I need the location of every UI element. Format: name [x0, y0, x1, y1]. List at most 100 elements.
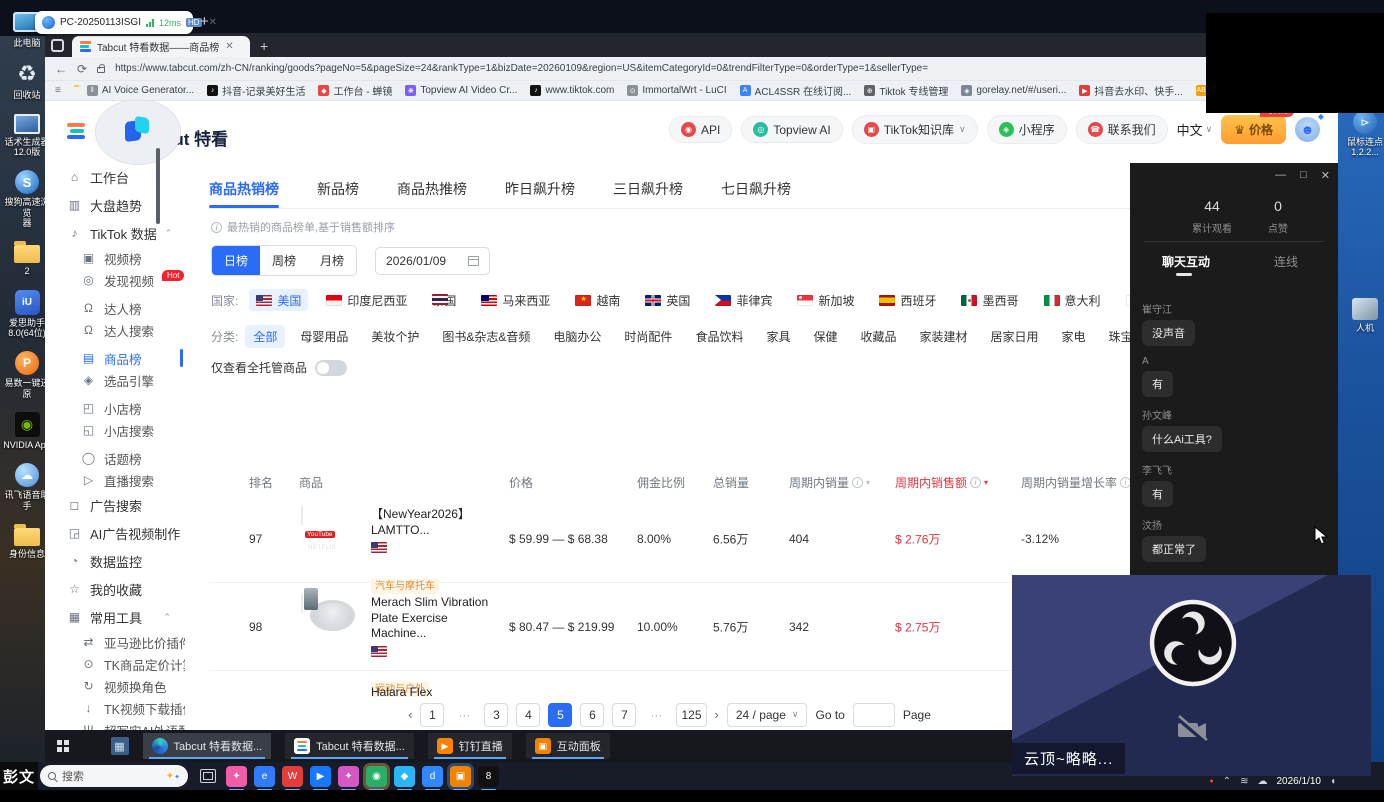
country-filter[interactable]: 英国	[638, 289, 697, 311]
sidebar-item[interactable]: ♪ TikTok 数据 ⌃	[45, 219, 185, 247]
sidebar-item[interactable]: ▥ 大盘趋势	[45, 191, 185, 219]
page-button[interactable]: ···	[644, 703, 668, 727]
bookmark-item[interactable]: ♪ www.tiktok.com	[530, 85, 614, 96]
sidebar-item[interactable]: ⇄ 亚马逊比价插件	[45, 631, 185, 653]
sidebar-item[interactable]: ↻ 视频换角色	[45, 675, 185, 697]
sidebar-item[interactable]: ◎ 发现视频 Hot	[45, 269, 185, 291]
sidebar-item[interactable]: Ω 达人搜索	[45, 319, 185, 341]
sidebar-item[interactable]: ▣ 视频榜	[45, 247, 185, 269]
managed-only-toggle[interactable]	[315, 360, 347, 376]
category-filter[interactable]: 全部	[245, 325, 285, 348]
header-nav-button[interactable]: ◉ API ∨	[669, 116, 732, 143]
category-filter[interactable]: 家电	[1054, 325, 1094, 348]
page-size-select[interactable]: 24 / page ∨	[727, 703, 808, 727]
product-image[interactable]	[301, 595, 303, 613]
refresh-icon[interactable]: ⟳	[77, 62, 87, 76]
task-view-icon[interactable]	[200, 769, 216, 783]
tray-icon-cloud[interactable]: ☁	[1257, 776, 1267, 787]
period-tab[interactable]: 周榜	[260, 246, 308, 275]
ranking-tab[interactable]: 商品热推榜	[397, 173, 467, 208]
start-button[interactable]	[57, 740, 69, 752]
page-button[interactable]: 1	[420, 703, 444, 727]
category-filter[interactable]: 图书&杂志&音频	[434, 325, 538, 348]
product-title[interactable]: 【NewYear2026】 LAMTTO... 汽车与摩托车	[371, 507, 505, 594]
taskbar-app-icon[interactable]: ◆	[394, 766, 415, 787]
des[interactable]: ⊳ 鼠标连点 1.2.2...	[1340, 110, 1384, 158]
close-icon[interactable]: ✕	[1321, 169, 1330, 182]
country-filter[interactable]: 意大利	[1037, 289, 1108, 311]
table-column-header[interactable]: 价格 i ▾	[509, 474, 533, 491]
table-column-header[interactable]: 总销量 i ▾	[713, 474, 749, 491]
new-tab-button[interactable]: +	[260, 38, 268, 54]
price-button[interactable]: ♛ 价格 可白嫖	[1221, 115, 1286, 144]
goto-page-input[interactable]	[853, 703, 895, 727]
country-filter[interactable]: 马来西亚	[474, 289, 557, 311]
taskbar-app-button[interactable]: ▣ 互动面板	[526, 733, 610, 759]
table-row[interactable]: 98 Merach Slim Vibration Plate Exercise …	[209, 583, 1130, 671]
bookmark-item[interactable]: ▶ 抖音去水印、快手...	[1079, 83, 1182, 98]
category-filter[interactable]: 母婴用品	[292, 325, 356, 348]
country-filter[interactable]: 西班牙	[872, 289, 943, 311]
sidebar-scrollbar[interactable]	[156, 148, 160, 224]
ranking-tab[interactable]: 七日飙升榜	[721, 173, 791, 208]
sidebar-item[interactable]: ▤ 商品榜	[45, 347, 185, 369]
bookmark-item[interactable]: A ACL4SSR 在线订阅...	[740, 83, 852, 98]
category-filter[interactable]: 食品饮料	[687, 325, 751, 348]
table-column-header[interactable]: 周期内销量 i ▾	[789, 474, 870, 491]
category-filter[interactable]: 电脑办公	[545, 325, 609, 348]
sidebar-item[interactable]: ◈ 选品引擎	[45, 369, 185, 391]
taskbar-app-icon[interactable]: e	[254, 766, 275, 787]
page-button[interactable]: 3	[484, 703, 508, 727]
page-button[interactable]: 7	[612, 703, 636, 727]
bookmark-item[interactable]: ◈ gorelay.net/#/useri...	[961, 85, 1066, 96]
tray-icon-notifications[interactable]: ◖	[1330, 776, 1336, 787]
country-filter[interactable]: 泰国	[425, 289, 463, 311]
category-filter[interactable]: 收藏品	[852, 325, 904, 348]
taskbar-app-icon[interactable]: ▶	[310, 766, 331, 787]
maximize-icon[interactable]: □	[1300, 169, 1307, 182]
reading-list-icon[interactable]: ≡	[55, 85, 61, 96]
language-selector[interactable]: 中文∨	[1177, 120, 1213, 139]
avatar[interactable]: ☻	[1295, 117, 1320, 142]
sidebar-item[interactable]: ◔ 数据监控	[45, 547, 185, 575]
browser-tab[interactable]: Tabcut 特看数据——商品榜 ✕	[72, 36, 250, 57]
close-session-icon[interactable]: ✕	[209, 17, 217, 28]
taskbar-app-icon[interactable]: 8	[478, 766, 499, 787]
taskbar-app-icon[interactable]: d	[422, 766, 443, 787]
country-filter[interactable]: 新加坡	[790, 289, 861, 311]
category-filter[interactable]: 家装建材	[912, 325, 976, 348]
sidebar-item[interactable]: ◻ 广告搜索	[45, 491, 185, 519]
bookmark-item[interactable]: ⊙ ImmortalWrt - LuCI	[627, 85, 726, 96]
tab-connect[interactable]: 连线	[1274, 253, 1298, 270]
country-filter[interactable]: 越南	[568, 289, 627, 311]
tray-icon-network[interactable]: ≋	[1240, 776, 1248, 787]
prev-page-button[interactable]: ‹	[408, 707, 412, 722]
category-filter[interactable]: 居家日用	[983, 325, 1047, 348]
page-button[interactable]: 125	[676, 703, 706, 727]
taskbar-app-icon[interactable]: ◉	[366, 766, 387, 787]
table-column-header[interactable]: 周期内销量增长率 i ▾	[1021, 474, 1138, 491]
table-column-header[interactable]: 佣金比例 i ▾	[637, 474, 685, 491]
sidebar-item[interactable]: ▦ 常用工具 ⌃	[45, 603, 185, 631]
sidebar-item[interactable]: ▷ 直播搜索	[45, 469, 185, 491]
page-button[interactable]: ···	[452, 703, 476, 727]
table-column-header[interactable]: 商品 i ▾	[299, 474, 323, 491]
sidebar-item[interactable]: ☆ 我的收藏	[45, 575, 185, 603]
address-bar[interactable]: https://www.tabcut.com/zh-CN/ranking/goo…	[115, 63, 1266, 74]
remote-session-tab[interactable]: PC-20250113ISGI 12ms HD ✕	[35, 11, 193, 34]
table-column-header[interactable]: 排名 i ▾	[249, 474, 273, 491]
category-filter[interactable]: 美妆个护	[363, 325, 427, 348]
country-filter[interactable]: 墨西哥	[954, 289, 1025, 311]
taskbar-app-button[interactable]: Tabcut 特看数据...	[285, 733, 414, 759]
taskbar-search[interactable]: 搜索 ✦✦	[40, 765, 188, 787]
sidebar-item[interactable]: ◲ AI广告视频制作	[45, 519, 185, 547]
ranking-tab[interactable]: 新品榜	[317, 173, 359, 208]
bookmark-item[interactable]: ❋ Topview AI Video Cr...	[405, 85, 517, 96]
bookmark-item[interactable]: ◆ 工作台 - 蝉镜	[318, 83, 392, 98]
country-filter[interactable]: 菲律宾	[708, 289, 779, 311]
ranking-tab[interactable]: 商品热销榜	[209, 173, 279, 208]
period-tab[interactable]: 月榜	[308, 246, 356, 275]
category-filter[interactable]: 时尚配件	[616, 325, 680, 348]
category-filter[interactable]: 家具	[758, 325, 798, 348]
date-picker[interactable]: 2026/01/09	[375, 247, 490, 275]
